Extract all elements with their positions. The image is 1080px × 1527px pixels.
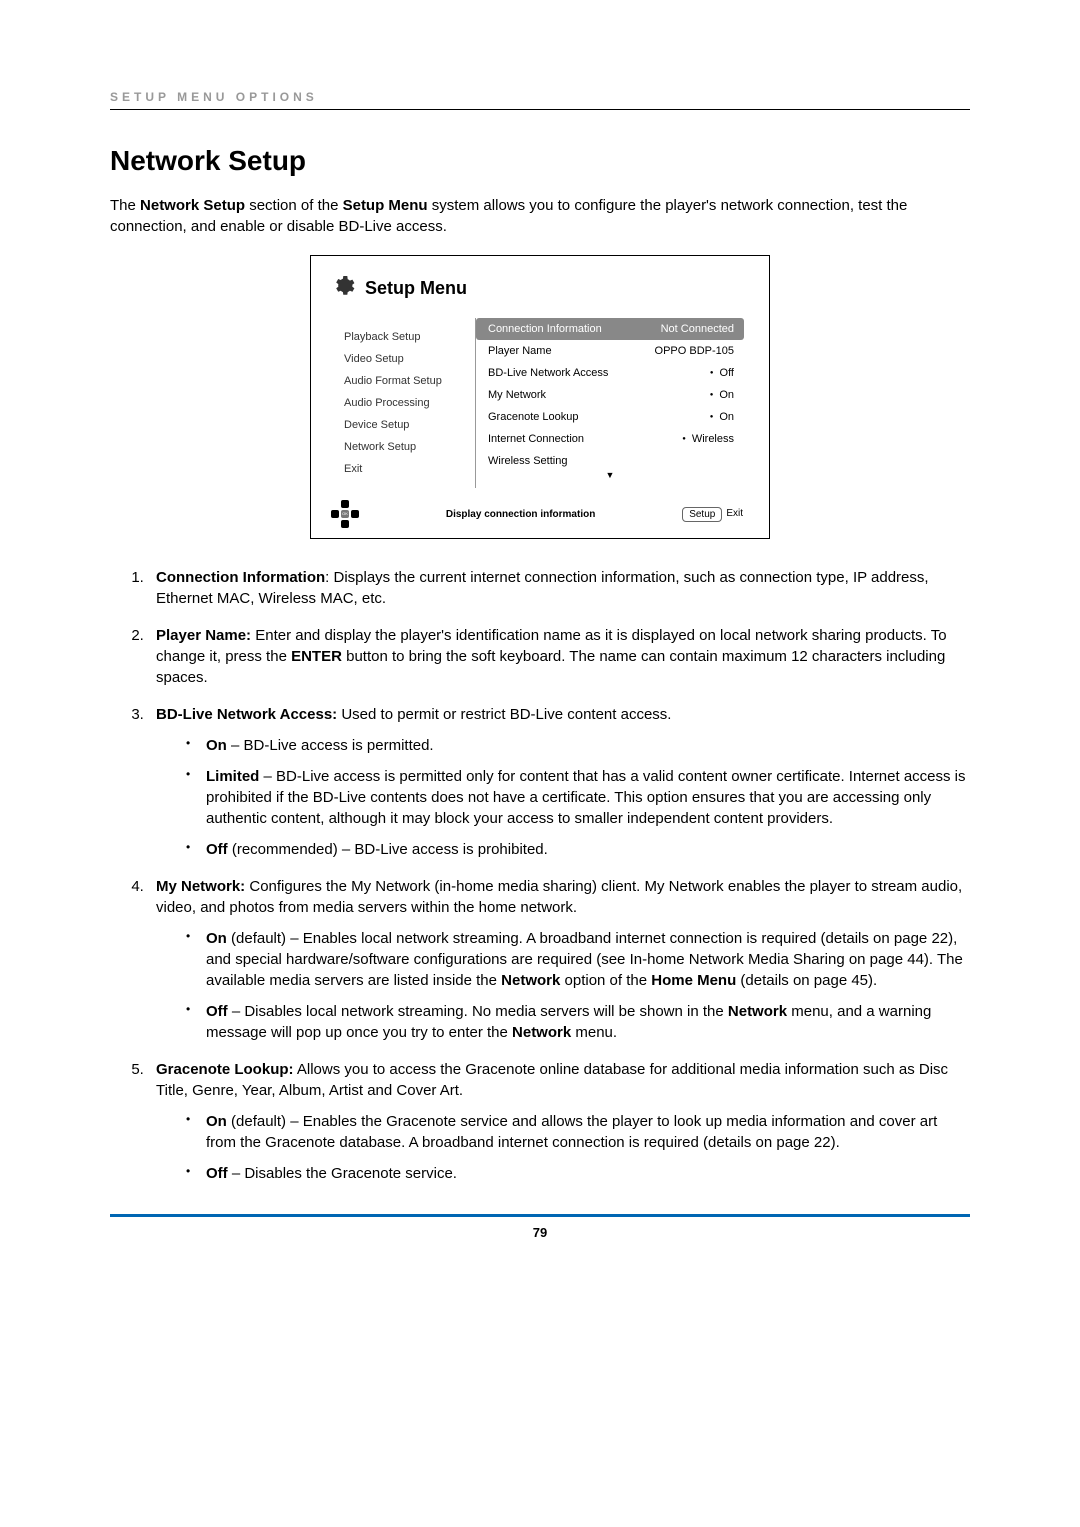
option-text: – BD-Live access is permitted only for c… bbox=[206, 768, 966, 827]
option-name: Off bbox=[206, 1003, 228, 1020]
screenshot-body: Playback Setup Video Setup Audio Format … bbox=[326, 318, 754, 488]
sub-item: On – BD-Live access is permitted. bbox=[206, 735, 970, 756]
menu-item: Video Setup bbox=[344, 348, 465, 370]
option-text: – BD-Live access is permitted. bbox=[227, 737, 434, 754]
option-text: (recommended) – BD-Live access is prohib… bbox=[228, 841, 548, 858]
item-title: Gracenote Lookup: bbox=[156, 1061, 294, 1078]
setting-value: Not Connected bbox=[661, 323, 734, 335]
setting-label: My Network bbox=[488, 389, 710, 401]
setup-menu-screenshot: Setup Menu Playback Setup Video Setup Au… bbox=[310, 255, 770, 539]
setting-value: OPPO BDP-105 bbox=[655, 345, 734, 357]
setting-label: BD-Live Network Access bbox=[488, 367, 710, 379]
screenshot-right-panel: Connection Information Not Connected Pla… bbox=[476, 318, 754, 488]
option-text: (details on page 45). bbox=[736, 972, 877, 989]
setting-label: Gracenote Lookup bbox=[488, 411, 710, 423]
menu-item: Device Setup bbox=[344, 414, 465, 436]
setting-label: Wireless Setting bbox=[488, 455, 734, 467]
setting-value: On bbox=[710, 389, 734, 401]
dpad-icon: OK bbox=[331, 500, 359, 528]
list-item: Connection Information: Displays the cur… bbox=[148, 567, 970, 609]
bold-text: Network Setup bbox=[140, 197, 245, 214]
option-name: Limited bbox=[206, 768, 259, 785]
item-title: Connection Information bbox=[156, 569, 325, 586]
option-text: menu. bbox=[571, 1024, 617, 1041]
screenshot-footer: OK Display connection information Setup … bbox=[326, 500, 754, 528]
list-item: Player Name: Enter and display the playe… bbox=[148, 625, 970, 688]
text: section of the bbox=[245, 197, 343, 214]
setting-row: Wireless Setting bbox=[476, 450, 744, 472]
setting-row: BD-Live Network Access Off bbox=[476, 362, 744, 384]
list-item: BD-Live Network Access: Used to permit o… bbox=[148, 704, 970, 860]
intro-paragraph: The Network Setup section of the Setup M… bbox=[110, 195, 970, 237]
item-title: BD-Live Network Access: bbox=[156, 706, 337, 723]
menu-item: Audio Format Setup bbox=[344, 370, 465, 392]
sub-item: Off – Disables local network streaming. … bbox=[206, 1001, 970, 1043]
sub-item: Off (recommended) – BD-Live access is pr… bbox=[206, 839, 970, 860]
header-section-label: SETUP MENU OPTIONS bbox=[110, 90, 970, 110]
menu-item: Exit bbox=[344, 458, 465, 480]
list-item: My Network: Configures the My Network (i… bbox=[148, 876, 970, 1043]
sub-bullet-list: On – BD-Live access is permitted. Limite… bbox=[156, 735, 970, 860]
screenshot-help-text: Display connection information bbox=[446, 509, 595, 520]
option-name: On bbox=[206, 1113, 227, 1130]
sub-item: Limited – BD-Live access is permitted on… bbox=[206, 766, 970, 829]
option-text: – Disables the Gracenote service. bbox=[228, 1165, 457, 1182]
screenshot-title-row: Setup Menu bbox=[326, 274, 754, 303]
bold-text: Home Menu bbox=[651, 972, 736, 989]
bold-text: Network bbox=[512, 1024, 571, 1041]
chevron-down-icon: ▼ bbox=[476, 470, 744, 480]
setting-label: Connection Information bbox=[488, 323, 661, 335]
setting-row: Gracenote Lookup On bbox=[476, 406, 744, 428]
option-text: (default) – Enables the Gracenote servic… bbox=[206, 1113, 937, 1151]
option-text: option of the bbox=[560, 972, 651, 989]
text: The bbox=[110, 197, 140, 214]
setting-value: On bbox=[710, 411, 734, 423]
bold-text: Setup Menu bbox=[343, 197, 428, 214]
screenshot-buttons: Setup Exit bbox=[682, 507, 749, 522]
screenshot-title: Setup Menu bbox=[365, 278, 467, 299]
option-name: On bbox=[206, 737, 227, 754]
menu-item: Network Setup bbox=[344, 436, 465, 458]
setting-row: Internet Connection Wireless bbox=[476, 428, 744, 450]
setting-label: Player Name bbox=[488, 345, 655, 357]
item-text: Configures the My Network (in-home media… bbox=[156, 878, 962, 916]
setting-row: My Network On bbox=[476, 384, 744, 406]
screenshot-left-menu: Playback Setup Video Setup Audio Format … bbox=[326, 318, 476, 488]
gear-icon bbox=[331, 274, 355, 303]
item-title: Player Name: bbox=[156, 627, 251, 644]
setting-value: Off bbox=[710, 367, 734, 379]
setting-label: Internet Connection bbox=[488, 433, 682, 445]
menu-item: Playback Setup bbox=[344, 326, 465, 348]
setting-row-selected: Connection Information Not Connected bbox=[476, 318, 744, 340]
page-number: 79 bbox=[110, 1214, 970, 1240]
option-name: On bbox=[206, 930, 227, 947]
sub-bullet-list: On (default) – Enables the Gracenote ser… bbox=[156, 1111, 970, 1184]
sub-bullet-list: On (default) – Enables local network str… bbox=[156, 928, 970, 1043]
setup-button-label: Setup bbox=[682, 507, 722, 522]
bold-text: Network bbox=[501, 972, 560, 989]
option-name: Off bbox=[206, 841, 228, 858]
setting-row: Player Name OPPO BDP-105 bbox=[476, 340, 744, 362]
sub-item: On (default) – Enables the Gracenote ser… bbox=[206, 1111, 970, 1153]
option-name: Off bbox=[206, 1165, 228, 1182]
exit-button-label: Exit bbox=[724, 507, 749, 522]
list-item: Gracenote Lookup: Allows you to access t… bbox=[148, 1059, 970, 1184]
bold-text: ENTER bbox=[291, 648, 342, 665]
menu-item: Audio Processing bbox=[344, 392, 465, 414]
sub-item: Off – Disables the Gracenote service. bbox=[206, 1163, 970, 1184]
bold-text: Network bbox=[728, 1003, 787, 1020]
option-text: – Disables local network streaming. No m… bbox=[228, 1003, 728, 1020]
item-text: Used to permit or restrict BD-Live conte… bbox=[337, 706, 671, 723]
main-numbered-list: Connection Information: Displays the cur… bbox=[110, 567, 970, 1184]
sub-item: On (default) – Enables local network str… bbox=[206, 928, 970, 991]
setting-value: Wireless bbox=[682, 433, 734, 445]
page-title: Network Setup bbox=[110, 145, 970, 177]
item-title: My Network: bbox=[156, 878, 245, 895]
